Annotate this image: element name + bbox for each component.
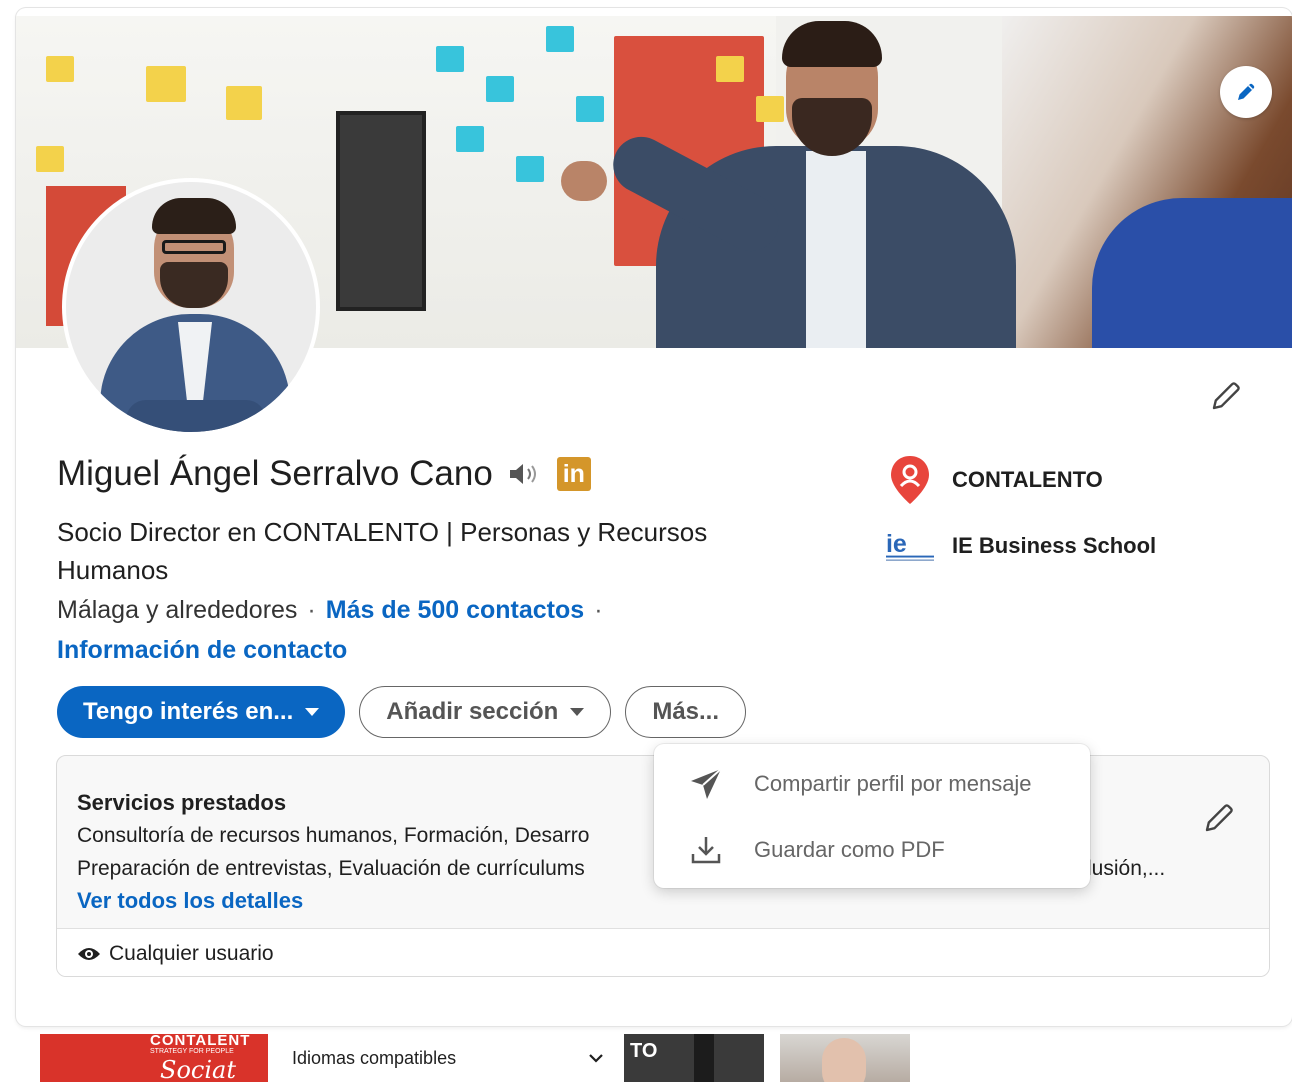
org-ie-business-school[interactable]: ie IE Business School	[886, 520, 1156, 572]
thumbnail-script: Sociat	[160, 1056, 236, 1082]
pronunciation-speaker-icon[interactable]	[507, 459, 543, 489]
banner-photo-frame	[336, 111, 426, 311]
profile-card: Miguel Ángel Serralvo Cano in Socio Dire…	[16, 8, 1292, 1026]
see-all-details-link[interactable]: Ver todos los detalles	[77, 888, 303, 914]
sticky-note	[36, 146, 64, 172]
sticky-note	[46, 56, 74, 82]
bottom-strip: CONTALENT STRATEGY FOR PEOPLE Sociat Idi…	[0, 1034, 1292, 1082]
page-root: Miguel Ángel Serralvo Cano in Socio Dire…	[0, 0, 1292, 1082]
chevron-down-icon	[589, 1054, 603, 1063]
map-pin-icon	[886, 456, 934, 504]
add-section-button[interactable]: Añadir sección	[359, 686, 612, 738]
profile-headline: Socio Director en CONTALENTO | Personas …	[57, 517, 708, 585]
avatar[interactable]	[62, 178, 320, 436]
edit-banner-button[interactable]	[1220, 66, 1272, 118]
save-pdf-menu-item[interactable]: Guardar como PDF	[654, 818, 1090, 882]
sticky-note	[486, 76, 514, 102]
sticky-note	[456, 126, 484, 152]
thumbnail-title: CONTALENT	[150, 1034, 251, 1049]
profile-name: Miguel Ángel Serralvo Cano	[57, 454, 493, 493]
location-text: Málaga y alrededores	[57, 596, 298, 624]
sticky-note	[146, 66, 186, 102]
edit-intro-button[interactable]	[1204, 374, 1248, 418]
sticky-note	[436, 46, 464, 72]
services-title: Servicios prestados	[77, 790, 287, 815]
org-contalento[interactable]: CONTALENTO	[886, 454, 1156, 506]
open-to-label: Tengo interés en...	[83, 698, 294, 725]
org-name: IE Business School	[952, 533, 1157, 558]
sticky-note	[546, 26, 574, 52]
linkedin-premium-badge: in	[556, 457, 591, 491]
languages-select[interactable]: Idiomas compatibles	[268, 1034, 622, 1082]
more-dropdown-menu: Compartir perfil por mensaje Guardar com…	[654, 744, 1090, 888]
ie-logo: ie	[886, 522, 934, 570]
banner-person-foreground	[1092, 198, 1292, 348]
more-label: Más...	[652, 698, 720, 725]
languages-select-label: Idiomas compatibles	[292, 1047, 457, 1068]
location-row: Málaga y alrededores · Más de 500 contacto…	[57, 596, 613, 625]
services-line: Consultoría de recursos humanos, Formaci…	[77, 824, 590, 847]
sticky-note	[516, 156, 544, 182]
visibility-label: Cualquier usuario	[109, 941, 274, 965]
caret-down-icon	[570, 708, 585, 716]
media-thumbnail[interactable]: CONTALENT STRATEGY FOR PEOPLE Sociat	[40, 1034, 270, 1082]
more-button[interactable]: Más...	[625, 686, 747, 738]
send-icon	[688, 766, 724, 802]
contacts-link[interactable]: Más de 500 contactos	[326, 596, 584, 624]
edit-services-button[interactable]	[1197, 796, 1241, 840]
name-row: Miguel Ángel Serralvo Cano in	[57, 454, 591, 494]
pencil-icon	[1205, 804, 1233, 832]
services-line: Preparación de entrevistas, Evaluación d…	[77, 857, 585, 880]
pencil-icon	[1212, 382, 1240, 410]
open-to-button[interactable]: Tengo interés en...	[57, 686, 346, 738]
contact-info-link[interactable]: Información de contacto	[57, 636, 347, 665]
pencil-icon	[1238, 83, 1255, 100]
share-profile-menu-item[interactable]: Compartir perfil por mensaje	[654, 752, 1090, 816]
separator: ·	[307, 596, 316, 624]
download-icon	[688, 832, 724, 868]
org-name: CONTALENTO	[952, 467, 1103, 492]
menu-item-label: Guardar como PDF	[754, 837, 945, 862]
separator: ·	[594, 596, 603, 624]
caret-down-icon	[305, 708, 320, 716]
organizations-list: CONTALENTO ie IE Business School	[886, 454, 1156, 586]
profile-actions: Tengo interés en... Añadir sección Más..…	[57, 686, 747, 738]
add-section-label: Añadir sección	[386, 698, 559, 725]
visibility-row: Cualquier usuario	[57, 928, 1269, 976]
menu-item-label: Compartir perfil por mensaje	[754, 771, 1032, 796]
thumbnail-text: TO	[630, 1040, 658, 1062]
thumbnail-subtitle: STRATEGY FOR PEOPLE	[150, 1048, 234, 1055]
eye-icon	[78, 947, 100, 960]
media-thumbnail[interactable]	[780, 1034, 910, 1082]
svg-text:ie: ie	[886, 530, 907, 558]
sticky-note	[226, 86, 262, 120]
banner-presenter	[561, 16, 1016, 348]
services-line-tail: lusión,...	[1087, 857, 1166, 880]
media-thumbnail[interactable]: TO	[624, 1034, 764, 1082]
